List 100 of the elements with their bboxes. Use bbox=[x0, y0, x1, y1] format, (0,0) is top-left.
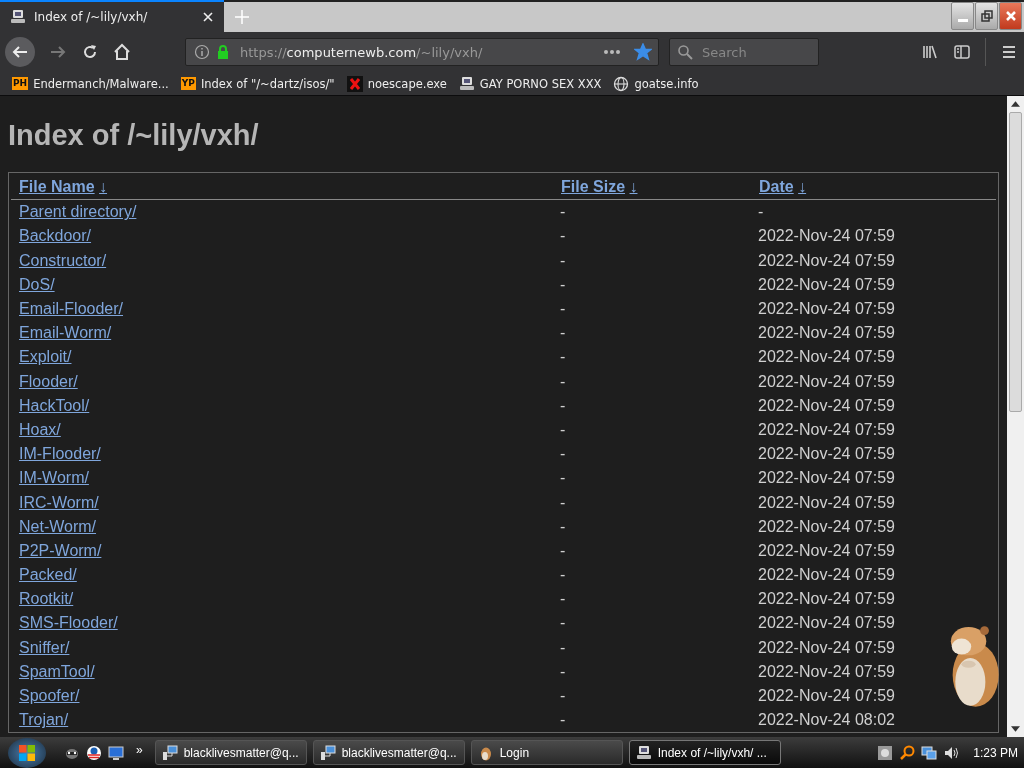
table-cell: 2022-Nov-24 07:59 bbox=[758, 590, 895, 608]
table-cell: 2022-Nov-24 07:59 bbox=[758, 638, 895, 656]
scroll-up-icon[interactable] bbox=[1011, 101, 1020, 107]
file-link[interactable]: Backdoor/ bbox=[19, 227, 92, 245]
file-link[interactable]: Trojan/ bbox=[19, 711, 69, 729]
address-bar[interactable]: https://computernewb.com/~lily/vxh/ bbox=[185, 38, 659, 66]
file-link[interactable]: Rootkit/ bbox=[19, 590, 74, 608]
file-link[interactable]: Parent directory/ bbox=[19, 203, 137, 221]
table-cell: - bbox=[560, 517, 566, 535]
table-cell: 2022-Nov-24 07:59 bbox=[758, 662, 895, 680]
network-icon[interactable] bbox=[921, 744, 938, 761]
table-cell: 2022-Nov-24 07:59 bbox=[758, 300, 895, 318]
column-header-link[interactable]: File Size bbox=[561, 178, 626, 196]
table-cell: - bbox=[560, 541, 566, 559]
start-button[interactable] bbox=[8, 737, 46, 768]
bookmark-item[interactable]: GAY PORNO SEX XXX bbox=[458, 75, 602, 92]
table-cell: - bbox=[560, 275, 566, 293]
table-cell: - bbox=[560, 493, 566, 511]
reload-icon[interactable] bbox=[81, 43, 99, 61]
restore-icon bbox=[980, 10, 993, 22]
table-cell: 2022-Nov-24 07:59 bbox=[758, 275, 895, 293]
taskbar-button[interactable]: blacklivesmatter@q... bbox=[154, 740, 307, 765]
network-icon bbox=[161, 744, 178, 761]
library-icon[interactable] bbox=[921, 43, 939, 61]
sort-link[interactable]: ↓ bbox=[629, 178, 638, 196]
table-cell: - bbox=[560, 590, 566, 608]
taskbar-button[interactable]: blacklivesmatter@q... bbox=[312, 740, 465, 765]
url-text: https://computernewb.com/~lily/vxh/ bbox=[240, 44, 484, 60]
table-cell: 2022-Nov-24 07:59 bbox=[758, 445, 895, 463]
column-header-link[interactable]: File Name bbox=[19, 178, 95, 196]
table-cell: - bbox=[560, 420, 566, 438]
table-cell: - bbox=[560, 372, 566, 390]
page-heading: Index of /~lily/vxh/ bbox=[8, 119, 260, 152]
bookmark-item[interactable]: PH Endermanch/Malware... bbox=[12, 76, 169, 91]
overflow-chevron[interactable]: » bbox=[136, 742, 143, 757]
cross-icon bbox=[346, 75, 363, 92]
desktop-icon[interactable] bbox=[108, 744, 124, 761]
file-link[interactable]: Email-Flooder/ bbox=[19, 300, 124, 318]
table-cell: 2022-Nov-24 07:59 bbox=[758, 251, 895, 269]
home-icon[interactable] bbox=[113, 43, 131, 61]
scroll-down-icon[interactable] bbox=[1011, 726, 1020, 732]
file-link[interactable]: Net-Worm/ bbox=[19, 517, 97, 535]
star-icon[interactable] bbox=[634, 43, 652, 61]
file-link[interactable]: SpamTool/ bbox=[19, 662, 95, 680]
browser-tab[interactable]: Index of /~lily/vxh/ bbox=[0, 0, 224, 32]
table-cell: - bbox=[560, 687, 566, 705]
table-cell: - bbox=[560, 300, 566, 318]
table-cell: 2022-Nov-24 07:59 bbox=[758, 372, 895, 390]
table-cell: - bbox=[560, 711, 566, 729]
computer-icon bbox=[635, 744, 652, 761]
table-cell: 2022-Nov-24 07:59 bbox=[758, 324, 895, 342]
file-link[interactable]: Packed/ bbox=[19, 566, 77, 584]
taskbar-button[interactable]: Login bbox=[470, 740, 623, 765]
file-link[interactable]: IM-Worm/ bbox=[19, 469, 89, 487]
back-button[interactable] bbox=[5, 37, 35, 67]
file-link[interactable]: Spoofer/ bbox=[19, 687, 80, 705]
restore-button[interactable] bbox=[975, 2, 998, 30]
clock[interactable]: 1:23 PM bbox=[973, 745, 1018, 760]
table-cell: 2022-Nov-24 07:59 bbox=[758, 493, 895, 511]
taskbar-button[interactable]: Index of /~lily/vxh/ ... bbox=[628, 740, 781, 765]
sidebar-icon[interactable] bbox=[953, 43, 971, 61]
table-cell: - bbox=[560, 348, 566, 366]
file-link[interactable]: IRC-Worm/ bbox=[19, 493, 99, 511]
magnifier-icon[interactable] bbox=[899, 744, 916, 761]
file-link[interactable]: Hoax/ bbox=[19, 420, 61, 438]
more-icon[interactable] bbox=[603, 49, 621, 55]
table-cell: - bbox=[560, 396, 566, 414]
scrollbar-thumb[interactable] bbox=[1009, 112, 1022, 412]
file-link[interactable]: Email-Worm/ bbox=[19, 324, 112, 342]
tray-app-icon[interactable] bbox=[877, 744, 894, 761]
close-window-button[interactable] bbox=[999, 2, 1022, 30]
globe-icon bbox=[613, 75, 630, 92]
file-link[interactable]: Sniffer/ bbox=[19, 638, 70, 656]
scrollbar[interactable] bbox=[1007, 96, 1024, 737]
sort-link[interactable]: ↓ bbox=[798, 178, 807, 196]
sort-link[interactable]: ↓ bbox=[99, 178, 108, 196]
close-icon[interactable] bbox=[202, 11, 214, 23]
table-cell: 2022-Nov-24 07:59 bbox=[758, 566, 895, 584]
file-link[interactable]: Flooder/ bbox=[19, 372, 78, 390]
bookmark-item[interactable]: YP Index of "/~dartz/isos/" bbox=[180, 76, 335, 91]
computer-icon bbox=[458, 75, 475, 92]
info-icon[interactable] bbox=[194, 44, 210, 60]
menu-icon[interactable] bbox=[1000, 43, 1018, 61]
search-field[interactable]: Search bbox=[669, 38, 819, 66]
file-link[interactable]: SMS-Flooder/ bbox=[19, 614, 118, 632]
table-cell: 2022-Nov-24 07:59 bbox=[758, 469, 895, 487]
file-link[interactable]: Exploit/ bbox=[19, 348, 72, 366]
bookmark-item[interactable]: noescape.exe bbox=[346, 75, 447, 92]
table-cell: - bbox=[560, 638, 566, 656]
file-link[interactable]: HackTool/ bbox=[19, 396, 90, 414]
column-header-link[interactable]: Date bbox=[759, 178, 794, 196]
table-cell: - bbox=[560, 203, 566, 221]
file-link[interactable]: DoS/ bbox=[19, 275, 55, 293]
bookmark-item[interactable]: goatse.info bbox=[613, 75, 699, 92]
file-link[interactable]: P2P-Worm/ bbox=[19, 541, 102, 559]
site-icon: YP bbox=[180, 77, 196, 90]
file-link[interactable]: IM-Flooder/ bbox=[19, 445, 101, 463]
file-link[interactable]: Constructor/ bbox=[19, 251, 107, 269]
table-cell: - bbox=[560, 324, 566, 342]
table-cell: - bbox=[560, 662, 566, 680]
